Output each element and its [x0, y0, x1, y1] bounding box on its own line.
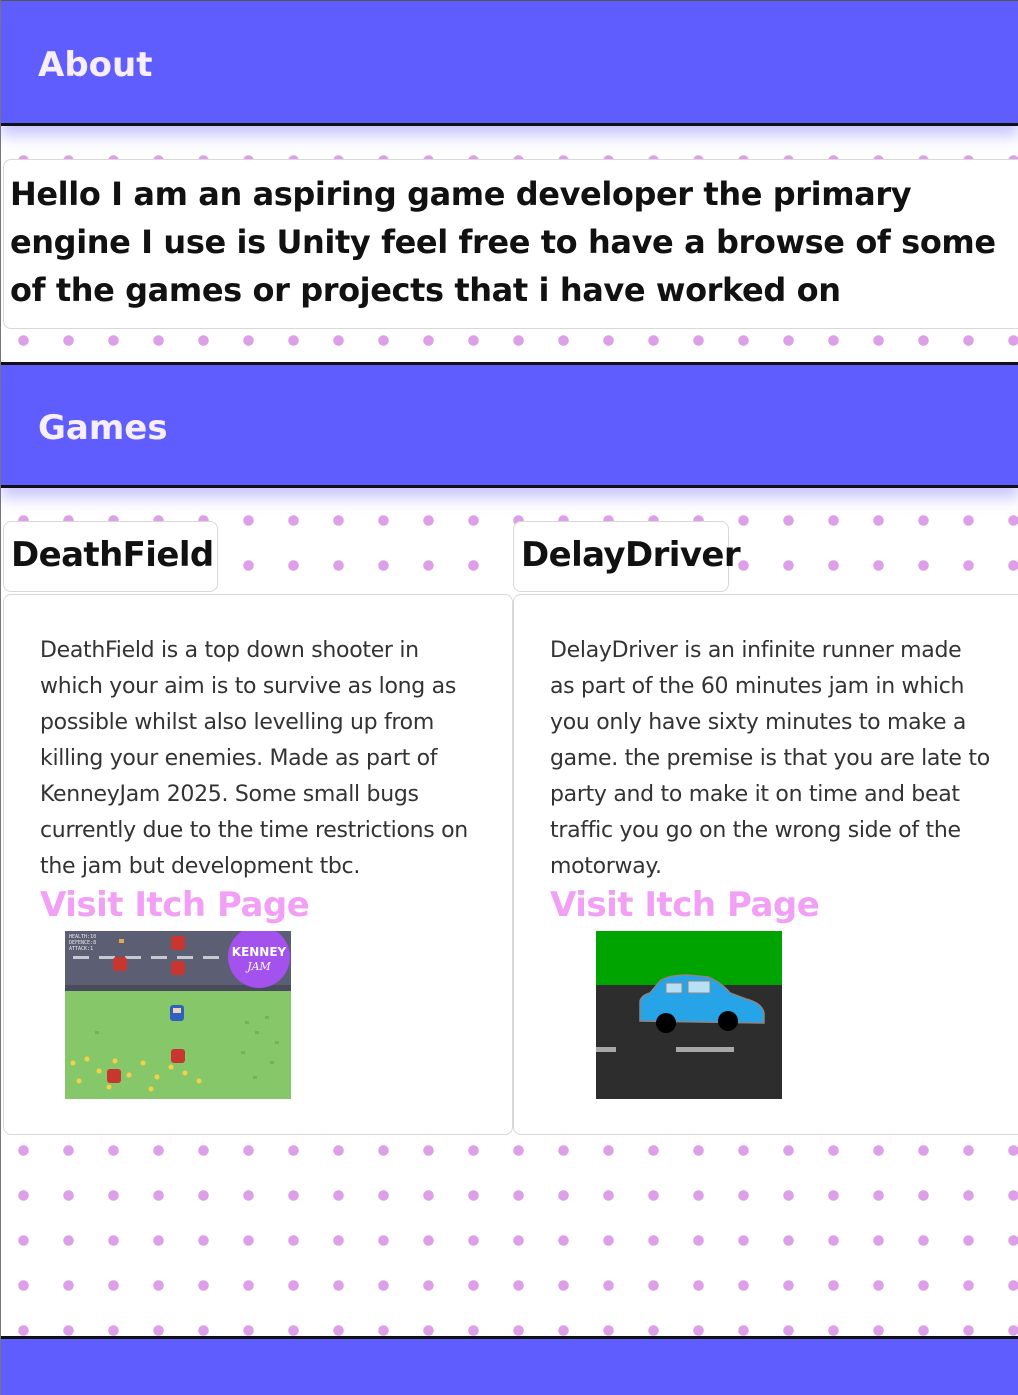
games-heading: Games [38, 408, 168, 448]
about-card: Hello I am an aspiring game developer th… [3, 159, 1018, 329]
game-card-deathfield: DeathField is a top down shooter in whic… [3, 594, 513, 1135]
game-title-card-delaydriver: DelayDriver [513, 521, 741, 592]
kenney-badge-top: KENNEY [232, 945, 287, 959]
itch-link-deathfield[interactable]: Visit Itch Page [40, 885, 310, 925]
about-heading: About [38, 45, 153, 85]
about-section-header: About [1, 1, 1018, 126]
game-card-delaydriver: DelayDriver is an infinite runner made a… [513, 594, 1018, 1135]
itch-link-delaydriver[interactable]: Visit Itch Page [550, 885, 820, 925]
deathfield-screenshot[interactable]: HEALTH:10 DEFENCE:8 ATTACK:1 KENNEY JAM [65, 931, 291, 1099]
game-title-card-deathfield: DeathField [3, 521, 218, 592]
kenney-badge-bottom: JAM [245, 960, 271, 973]
games-section-header: Games [1, 362, 1018, 488]
about-text: Hello I am an aspiring game developer th… [10, 175, 996, 309]
footer-bar [1, 1336, 1018, 1395]
game-title-deathfield: DeathField [11, 535, 214, 575]
delaydriver-screenshot[interactable] [596, 931, 782, 1099]
game-description-deathfield: DeathField is a top down shooter in whic… [40, 638, 468, 879]
hud-line-attack: ATTACK:1 [69, 946, 93, 952]
game-title-delaydriver: DelayDriver [521, 535, 741, 575]
game-description-delaydriver: DelayDriver is an infinite runner made a… [550, 638, 990, 879]
